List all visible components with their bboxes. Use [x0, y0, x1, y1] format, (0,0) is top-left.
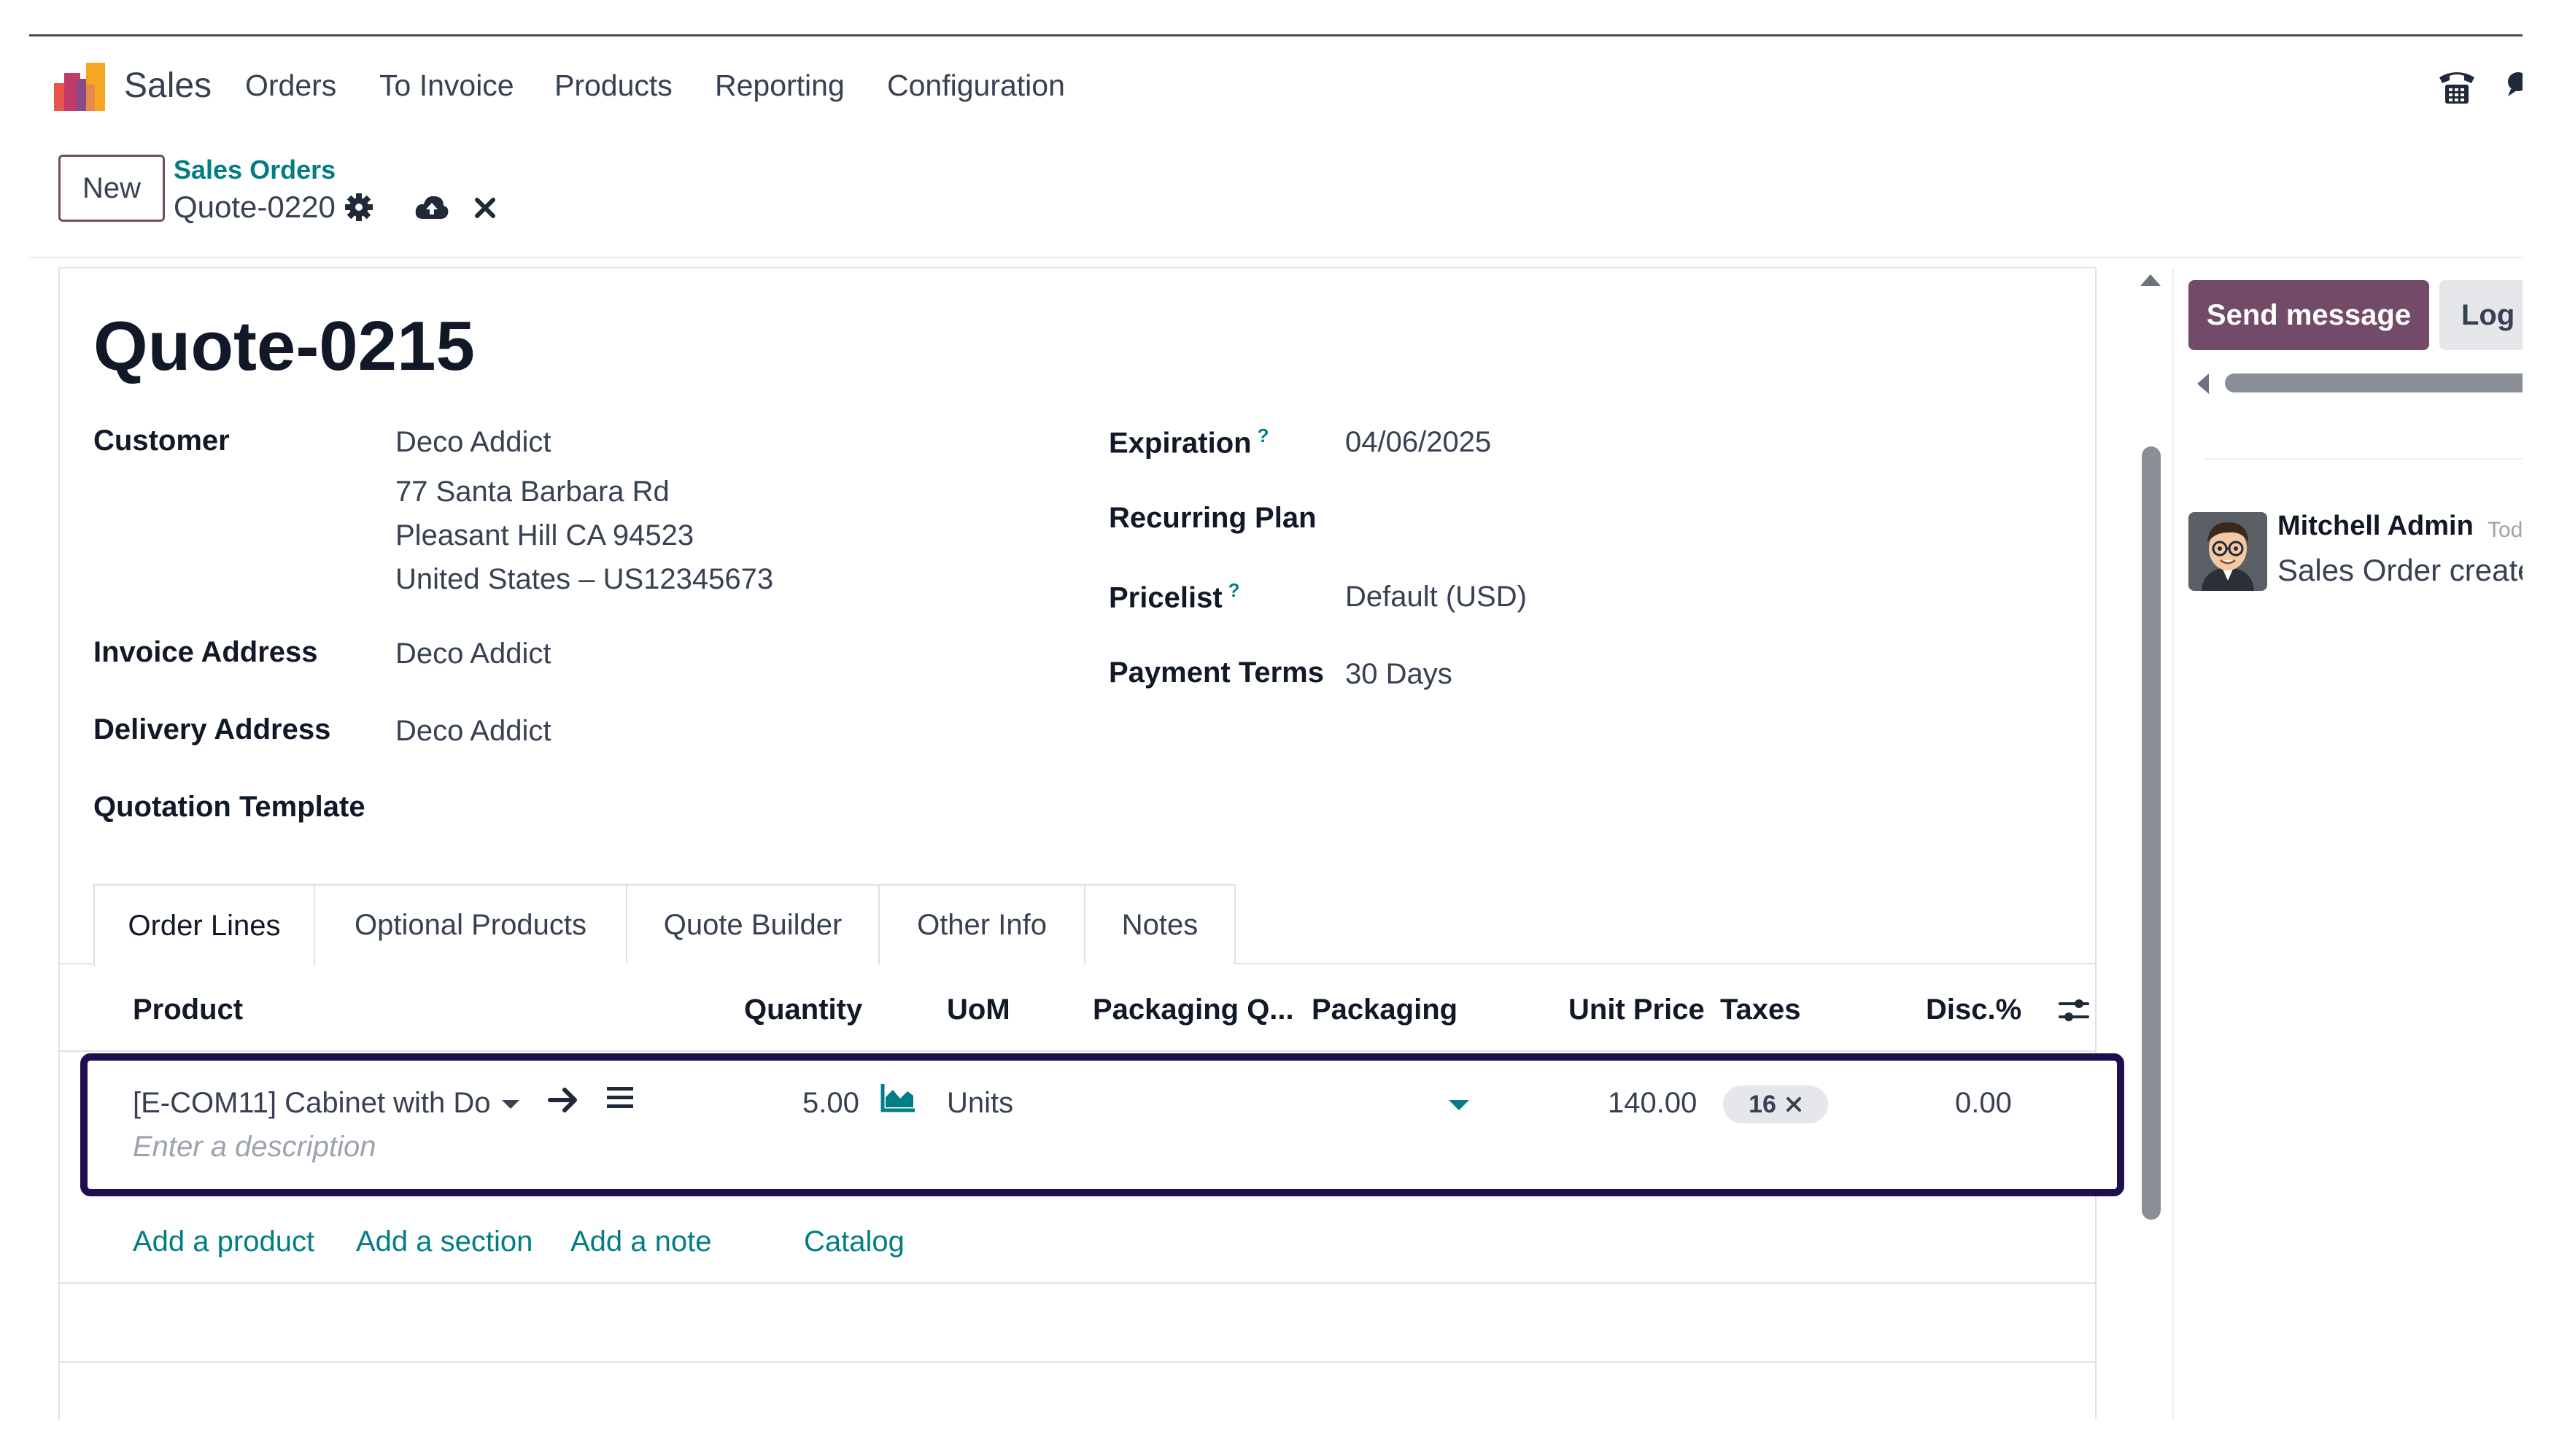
menu-reporting[interactable]: Reporting [715, 69, 845, 103]
product-dropdown-caret-icon[interactable] [502, 1100, 519, 1109]
pricelist-field[interactable]: Default (USD) [1345, 581, 1527, 613]
tab-quote-builder[interactable]: Quote Builder [626, 884, 880, 964]
customer-address-line-1: 77 Santa Barbara Rd [395, 476, 670, 508]
bottom-edge-mask [0, 1420, 2559, 1456]
breadcrumb-current: Quote-0220 [174, 190, 336, 224]
message-author[interactable]: Mitchell Admin [2277, 511, 2474, 542]
table-footer-divider [58, 1361, 2097, 1363]
sales-order-form-screen: Sales Orders To Invoice Products Reporti… [0, 0, 2559, 1456]
menu-orders[interactable]: Orders [245, 69, 336, 103]
horizontal-scrollbar[interactable] [2225, 373, 2559, 392]
pricelist-label: Pricelist? [1109, 579, 1240, 614]
vertical-scrollbar[interactable] [2142, 446, 2161, 1220]
expiration-label-text: Expiration [1109, 427, 1252, 460]
control-panel-divider [29, 257, 2523, 258]
breadcrumb-sales-orders[interactable]: Sales Orders [174, 155, 336, 185]
payment-terms-label: Payment Terms [1109, 657, 1324, 689]
customer-address-line-2: Pleasant Hill CA 94523 [395, 519, 694, 551]
discard-icon[interactable] [473, 195, 498, 220]
customer-label: Customer [93, 425, 230, 457]
tab-notes[interactable]: Notes [1084, 884, 1236, 964]
record-title[interactable]: Quote-0215 [93, 306, 475, 387]
phone-icon[interactable] [2436, 67, 2477, 105]
tax-badge-label: 16 [1749, 1090, 1776, 1118]
column-product[interactable]: Product [133, 994, 243, 1026]
expiration-label: Expiration? [1109, 425, 1269, 460]
packaging-dropdown-caret-icon[interactable] [1449, 1100, 1469, 1110]
column-taxes[interactable]: Taxes [1720, 994, 1800, 1026]
message-body: Sales Order created [2277, 553, 2552, 587]
description-placeholder[interactable]: Enter a description [133, 1131, 376, 1163]
column-discount[interactable]: Disc.% [1926, 994, 2021, 1026]
chatter-separator [2204, 458, 2523, 460]
menu-configuration[interactable]: Configuration [887, 69, 1065, 103]
pricelist-help-icon[interactable]: ? [1228, 579, 1240, 601]
gear-icon[interactable] [344, 193, 373, 222]
chatter-divider [2172, 267, 2174, 1456]
customer-field[interactable]: Deco Addict [395, 426, 551, 459]
catalog-link[interactable]: Catalog [804, 1225, 905, 1258]
scroll-up-arrow-icon[interactable] [2140, 274, 2161, 286]
tab-other-info[interactable]: Other Info [878, 884, 1085, 964]
tax-badge[interactable]: 16 [1723, 1085, 1828, 1123]
cloud-upload-icon[interactable] [414, 194, 449, 220]
add-section-link[interactable]: Add a section [356, 1225, 533, 1258]
add-note-link[interactable]: Add a note [570, 1225, 712, 1258]
app-name[interactable]: Sales [124, 66, 212, 106]
send-message-button[interactable]: Send message [2188, 280, 2429, 350]
add-product-link[interactable]: Add a product [133, 1225, 314, 1258]
order-line-row [80, 1053, 2124, 1196]
delivery-address-label: Delivery Address [93, 713, 331, 746]
expiration-field[interactable]: 04/06/2025 [1345, 426, 1491, 459]
column-uom[interactable]: UoM [947, 994, 1010, 1026]
discount-field[interactable]: 0.00 [1955, 1087, 2012, 1120]
expiration-help-icon[interactable]: ? [1258, 425, 1269, 446]
sales-app-logo-icon[interactable] [54, 63, 105, 111]
column-quantity[interactable]: Quantity [744, 994, 862, 1026]
menu-to-invoice[interactable]: To Invoice [379, 69, 514, 103]
customer-address-line-3: United States – US12345673 [395, 563, 774, 595]
invoice-address-label: Invoice Address [93, 636, 318, 668]
column-packaging[interactable]: Packaging [1312, 994, 1457, 1026]
menu-products[interactable]: Products [554, 69, 673, 103]
unit-price-field[interactable]: 140.00 [1608, 1087, 1697, 1120]
arrow-right-icon[interactable] [547, 1085, 579, 1115]
top-divider [29, 34, 2523, 36]
form-sheet [58, 267, 2097, 1456]
right-edge-mask [2523, 0, 2559, 1456]
table-bottom-divider [58, 1282, 2097, 1284]
quotation-template-label: Quotation Template [93, 791, 365, 823]
quantity-field[interactable]: 5.00 [802, 1087, 859, 1120]
pricelist-label-text: Pricelist [1109, 581, 1223, 614]
product-field[interactable]: [E-COM11] Cabinet with Do [133, 1087, 491, 1120]
delivery-address-field[interactable]: Deco Addict [395, 715, 551, 748]
remove-tax-icon[interactable] [1785, 1096, 1803, 1113]
payment-terms-field[interactable]: 30 Days [1345, 658, 1452, 691]
recurring-plan-label: Recurring Plan [1109, 502, 1317, 534]
avatar[interactable] [2188, 512, 2267, 591]
optional-columns-icon[interactable] [2057, 994, 2091, 1027]
list-menu-icon[interactable] [605, 1084, 635, 1112]
invoice-address-field[interactable]: Deco Addict [395, 638, 551, 670]
column-packaging-qty[interactable]: Packaging Q... [1093, 994, 1294, 1026]
forecast-chart-icon[interactable] [880, 1083, 916, 1113]
tab-order-lines[interactable]: Order Lines [93, 884, 315, 966]
header-divider [58, 1050, 2097, 1052]
uom-field[interactable]: Units [947, 1087, 1013, 1120]
new-button[interactable]: New [58, 155, 165, 222]
tab-optional-products[interactable]: Optional Products [314, 884, 627, 964]
scroll-left-arrow-icon[interactable] [2197, 373, 2209, 394]
column-unit-price[interactable]: Unit Price [1568, 994, 1705, 1026]
chat-icon[interactable] [2504, 70, 2528, 99]
